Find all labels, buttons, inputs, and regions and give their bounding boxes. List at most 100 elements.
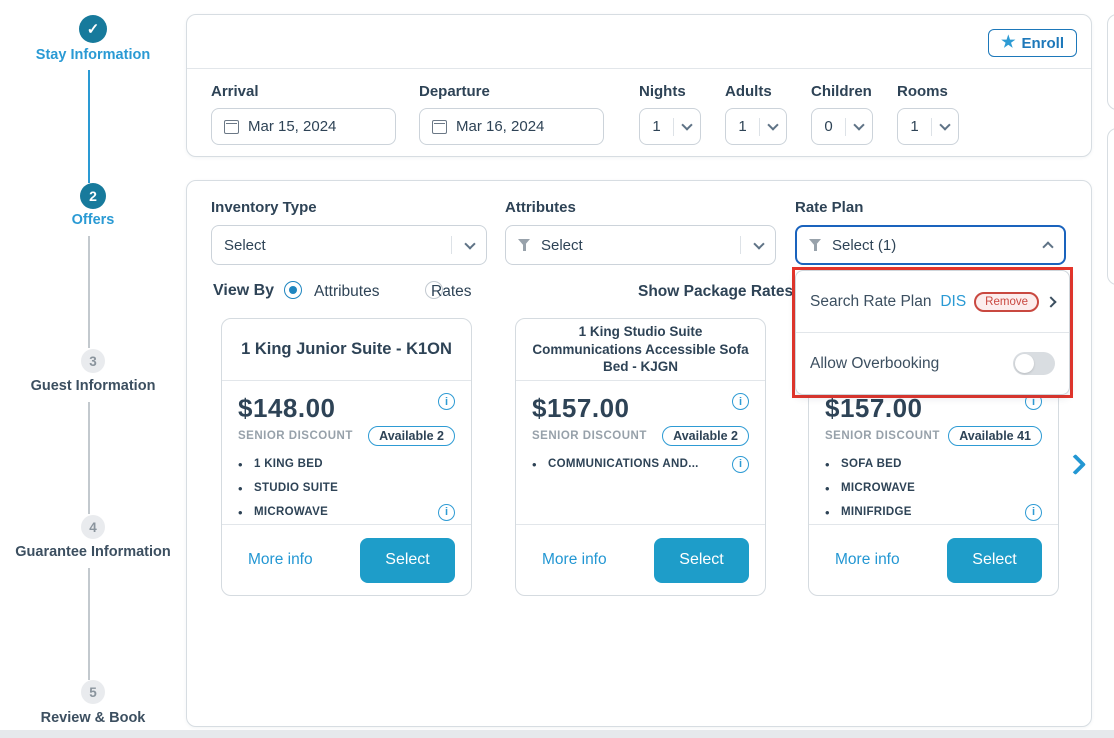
nights-select[interactable]: 1 [639, 108, 701, 145]
more-info-link[interactable]: More info [248, 551, 313, 569]
rate-plan-name: SENIOR DISCOUNT [825, 430, 940, 442]
more-info-link[interactable]: More info [835, 551, 900, 569]
rooms-label: Rooms [897, 83, 959, 100]
chevron-right-icon [1045, 296, 1056, 307]
feature-item: • MICROWAVE [825, 478, 1042, 498]
step-number: 2 [89, 188, 97, 204]
room-card: 1 King Junior Suite - K1ON $148.00 i SEN… [221, 318, 472, 596]
attributes-select[interactable]: Select [505, 225, 776, 265]
nights-label: Nights [639, 83, 701, 100]
info-icon[interactable]: i [732, 393, 749, 410]
chevron-down-icon [853, 119, 864, 130]
step-number: 4 [89, 520, 97, 535]
remove-rate-button[interactable]: Remove [974, 292, 1039, 312]
step-label-stay-information[interactable]: Stay Information [0, 47, 186, 63]
allow-overbooking-toggle[interactable] [1013, 352, 1055, 375]
overflow-panel [1107, 128, 1114, 285]
rate-plan-name: SENIOR DISCOUNT [238, 430, 353, 442]
horizontal-scrollbar[interactable] [0, 730, 1114, 738]
step-circle-4[interactable]: 4 [81, 515, 105, 539]
info-icon[interactable]: i [1025, 504, 1042, 521]
search-rate-plan-row[interactable]: Search Rate Plan DIS Remove [796, 271, 1069, 332]
feature-label: MINIFRIDGE [841, 506, 1025, 518]
info-icon[interactable]: i [438, 393, 455, 410]
enroll-button[interactable]: ★ Enroll [988, 29, 1077, 57]
rooms-select[interactable]: 1 [897, 108, 959, 145]
bullet: • [532, 457, 548, 472]
chevron-down-icon [464, 238, 475, 249]
chevron-down-icon [767, 119, 778, 130]
next-rooms-arrow[interactable] [1068, 451, 1088, 481]
overflow-panel [1107, 14, 1114, 110]
chevron-down-icon [753, 238, 764, 249]
chevron-down-icon [681, 119, 692, 130]
nights-value: 1 [640, 118, 673, 135]
step-circle-2[interactable]: 2 [80, 183, 106, 209]
feature-item: • SOFA BED [825, 454, 1042, 474]
rate-plan-select[interactable]: Select (1) [795, 225, 1066, 265]
inventory-type-value: Select [224, 237, 441, 254]
step-complete-icon[interactable]: ✓ [79, 15, 107, 43]
adults-select[interactable]: 1 [725, 108, 787, 145]
feature-item: • STUDIO SUITE [238, 478, 455, 498]
toggle-knob [1015, 354, 1034, 373]
chevron-right-icon [1065, 454, 1086, 475]
step-circle-3[interactable]: 3 [81, 349, 105, 373]
room-card-body: $157.00 i SENIOR DISCOUNT Available 41 •… [809, 381, 1058, 525]
view-by-rates-label[interactable]: Rates [431, 283, 472, 301]
enroll-label: Enroll [1021, 35, 1064, 52]
arrival-date-field[interactable]: Mar 15, 2024 [211, 108, 396, 145]
select-room-button[interactable]: Select [947, 538, 1042, 583]
bullet: • [238, 505, 254, 520]
rate-plan-label: Rate Plan [795, 199, 1066, 216]
availability-badge: Available 2 [368, 426, 455, 446]
room-card: 1 King Studio Suite Communications Acces… [515, 318, 766, 596]
info-icon[interactable]: i [438, 504, 455, 521]
rate-plan-dropdown-highlight: Search Rate Plan DIS Remove Allow Overbo… [792, 267, 1073, 398]
rate-plan-name: SENIOR DISCOUNT [532, 430, 647, 442]
feature-item: • 1 KING BED [238, 454, 455, 474]
step-number: 5 [89, 685, 97, 700]
view-by-attributes-radio[interactable] [284, 281, 302, 299]
stay-panel-header: ★ Enroll [187, 15, 1091, 69]
step-label-offers[interactable]: Offers [0, 212, 186, 228]
step-circle-5[interactable]: 5 [81, 680, 105, 704]
calendar-icon [432, 120, 447, 134]
inventory-type-select[interactable]: Select [211, 225, 487, 265]
room-card-body: $157.00 i SENIOR DISCOUNT Available 2 • … [516, 381, 765, 525]
feature-label: COMMUNICATIONS AND... [548, 458, 732, 470]
adults-value: 1 [726, 118, 759, 135]
select-room-button[interactable]: Select [360, 538, 455, 583]
allow-overbooking-row: Allow Overbooking [796, 332, 1069, 394]
funnel-icon [518, 239, 531, 251]
inventory-type-label: Inventory Type [211, 199, 487, 216]
stay-information-panel: ★ Enroll Arrival Mar 15, 2024 Departure … [186, 14, 1092, 157]
departure-date-field[interactable]: Mar 16, 2024 [419, 108, 604, 145]
feature-item: • MICROWAVE i [238, 502, 455, 522]
arrival-label: Arrival [211, 83, 396, 100]
view-by-attributes-label[interactable]: Attributes [314, 283, 379, 301]
search-rate-plan-label: Search Rate Plan [810, 293, 932, 311]
divider [451, 236, 452, 254]
feature-label: MICROWAVE [841, 482, 1042, 494]
select-room-button[interactable]: Select [654, 538, 749, 583]
room-card-title: 1 King Studio Suite Communications Acces… [516, 319, 765, 381]
selected-rate-code: DIS [940, 293, 966, 311]
feature-label: SOFA BED [841, 458, 1042, 470]
room-card-body: $148.00 i SENIOR DISCOUNT Available 2 • … [222, 381, 471, 525]
room-price: $148.00 [238, 393, 335, 424]
step-label-review-book[interactable]: Review & Book [0, 710, 186, 726]
step-label-guarantee-information[interactable]: Guarantee Information [0, 544, 186, 560]
bullet: • [238, 481, 254, 496]
offers-panel: Inventory Type Select Attributes Select … [186, 180, 1092, 727]
more-info-link[interactable]: More info [542, 551, 607, 569]
attributes-value: Select [541, 237, 730, 254]
info-icon[interactable]: i [732, 456, 749, 473]
availability-badge: Available 2 [662, 426, 749, 446]
attributes-label: Attributes [505, 199, 776, 216]
step-label-guest-information[interactable]: Guest Information [0, 378, 186, 394]
room-card-title: 1 King Junior Suite - K1ON [222, 319, 471, 381]
booking-stepper: ✓ Stay Information 2 Offers 3 Guest Info… [0, 0, 186, 738]
children-select[interactable]: 0 [811, 108, 873, 145]
bullet: • [825, 505, 841, 520]
